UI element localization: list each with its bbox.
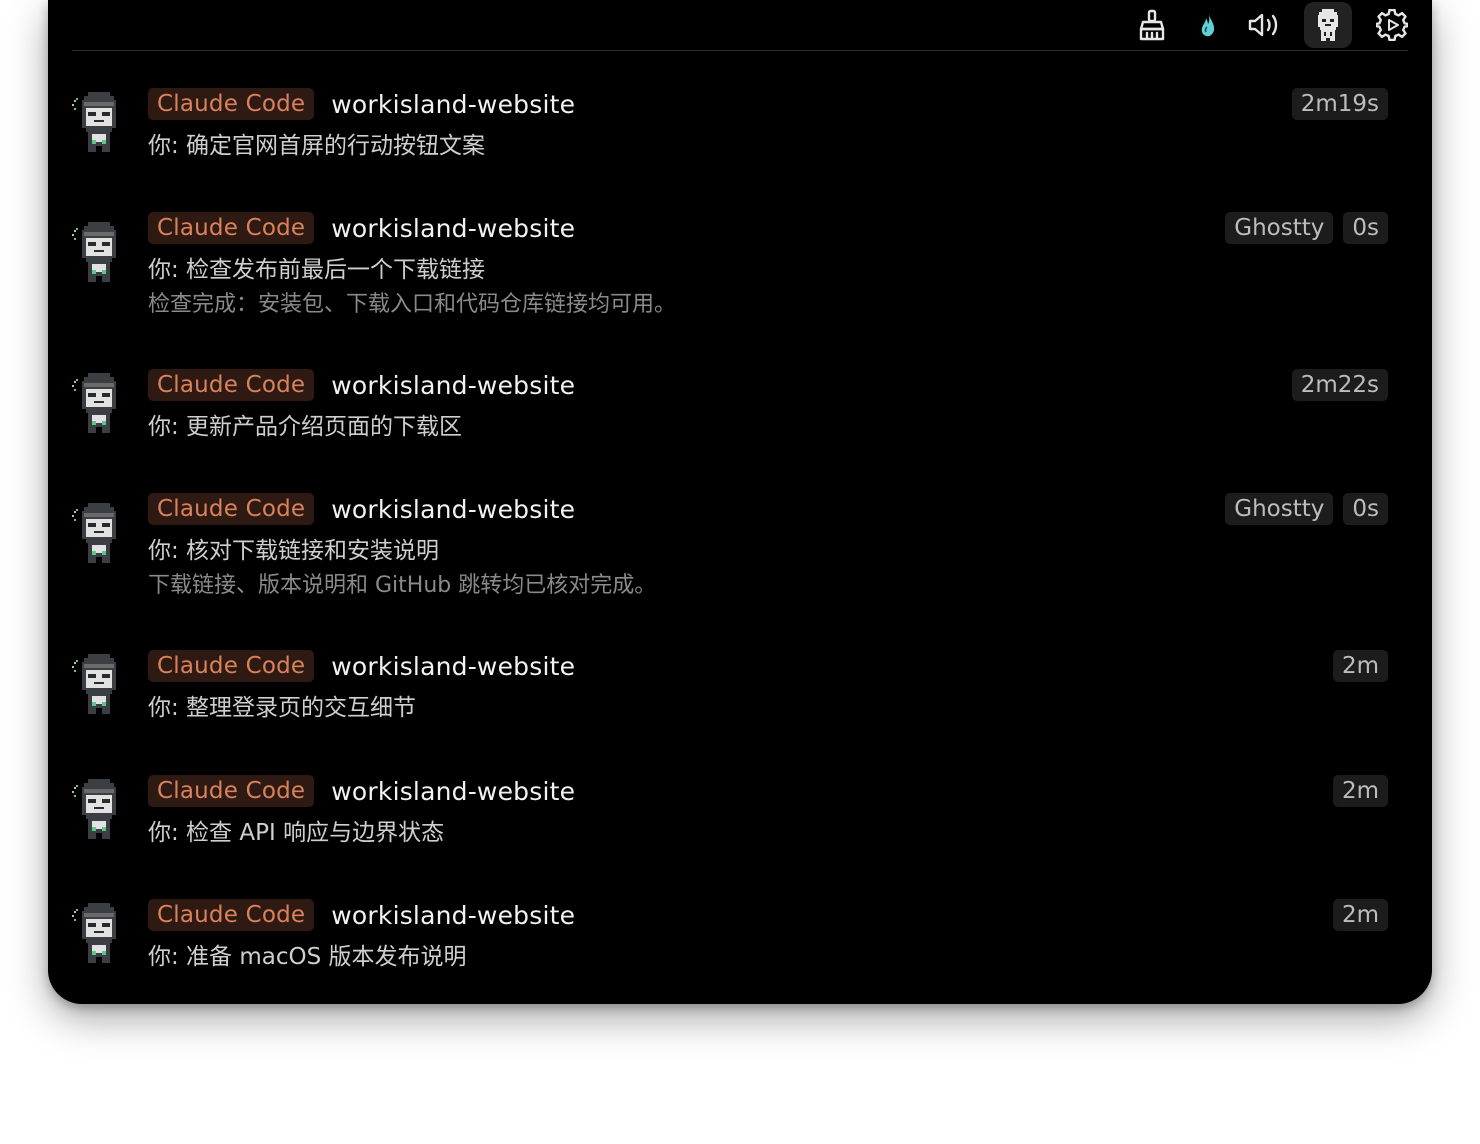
- broom-icon: [1139, 9, 1165, 41]
- mascot-icon: [1318, 9, 1338, 41]
- session-meta: Ghostty 0s: [1225, 212, 1388, 244]
- pixel-avatar-icon: [72, 369, 126, 433]
- user-message: 你: 检查发布前最后一个下载链接: [148, 257, 486, 283]
- agent-badge: Claude Code: [148, 88, 315, 120]
- speaker-icon: [1248, 13, 1278, 37]
- session-row[interactable]: Claude Code workisland-website Ghostty 0s 你:…: [72, 212, 1388, 324]
- project-name: workisland-website: [331, 651, 576, 681]
- project-name: workisland-website: [331, 213, 576, 243]
- pixel-avatar-icon: [72, 775, 126, 839]
- session-title-line: Claude Code workisland-website: [148, 369, 575, 401]
- session-row[interactable]: Claude Code workisland-website Ghostty 0s 你:…: [72, 493, 1388, 605]
- session-title-line: Claude Code workisland-website: [148, 899, 575, 931]
- pixel-avatar-icon: [72, 899, 126, 963]
- elapsed-time-badge: 2m22s: [1291, 369, 1388, 401]
- session-title-line: Claude Code workisland-website: [148, 212, 575, 244]
- user-message: 你: 检查 API 响应与边界状态: [148, 820, 445, 846]
- pixel-avatar-icon: [72, 218, 126, 282]
- session-meta: 2m19s: [1291, 88, 1388, 120]
- user-message: 你: 更新产品介绍页面的下载区: [148, 414, 463, 440]
- elapsed-time-badge: 2m: [1332, 650, 1388, 682]
- session-title-line: Claude Code workisland-website: [148, 493, 575, 525]
- terminal-badge[interactable]: Ghostty: [1225, 212, 1334, 244]
- pixel-avatar-icon: [72, 88, 126, 152]
- user-message: 你: 准备 macOS 版本发布说明: [148, 944, 467, 970]
- elapsed-time-badge: 2m: [1332, 775, 1388, 807]
- elapsed-time-badge: 2m: [1332, 899, 1388, 931]
- session-meta: Ghostty 0s: [1225, 493, 1388, 525]
- session-title-line: Claude Code workisland-website: [148, 88, 575, 120]
- project-name: workisland-website: [331, 370, 576, 400]
- project-name: workisland-website: [331, 494, 576, 524]
- session-title-line: Claude Code workisland-website: [148, 650, 575, 682]
- agent-badge: Claude Code: [148, 775, 315, 807]
- droplet-icon: [1201, 13, 1215, 37]
- pixel-avatar-icon: [72, 650, 126, 714]
- user-message: 你: 确定官网首屏的行动按钮文案: [148, 133, 486, 159]
- project-name: workisland-website: [331, 89, 576, 119]
- session-meta: 2m: [1332, 775, 1388, 807]
- droplet-button[interactable]: [1186, 3, 1230, 47]
- user-message: 你: 整理登录页的交互细节: [148, 695, 417, 721]
- settings-button[interactable]: [1370, 3, 1414, 47]
- agent-badge: Claude Code: [148, 493, 315, 525]
- assistant-reply: 下载链接、版本说明和 GitHub 跳转均已核对完成。: [148, 573, 657, 598]
- session-meta: 2m: [1332, 650, 1388, 682]
- session-row[interactable]: Claude Code workisland-website 2m19s 你: 确定官…: [72, 88, 1388, 164]
- notch-panel: Claude Code workisland-website 2m19s 你: 确定官…: [48, 0, 1432, 1004]
- elapsed-time-badge: 0s: [1343, 493, 1388, 525]
- session-title-line: Claude Code workisland-website: [148, 775, 575, 807]
- toolbar: [72, 0, 1408, 51]
- user-message: 你: 核对下载链接和安装说明: [148, 538, 440, 564]
- agent-badge: Claude Code: [148, 650, 315, 682]
- agent-badge: Claude Code: [148, 369, 315, 401]
- project-name: workisland-website: [331, 900, 576, 930]
- elapsed-time-badge: 2m19s: [1291, 88, 1388, 120]
- elapsed-time-badge: 0s: [1343, 212, 1388, 244]
- session-row[interactable]: Claude Code workisland-website 2m22s 你: 更新产…: [72, 369, 1388, 445]
- sound-button[interactable]: [1242, 3, 1286, 47]
- session-meta: 2m22s: [1291, 369, 1388, 401]
- session-row[interactable]: Claude Code workisland-website 2m 你: 检查 API…: [72, 775, 1388, 851]
- session-meta: 2m: [1332, 899, 1388, 931]
- agent-badge: Claude Code: [148, 899, 315, 931]
- assistant-reply: 检查完成：安装包、下载入口和代码仓库链接均可用。: [148, 292, 677, 317]
- pixel-avatar-icon: [72, 499, 126, 563]
- mascot-button[interactable]: [1304, 2, 1352, 48]
- project-name: workisland-website: [331, 776, 576, 806]
- clean-button[interactable]: [1130, 3, 1174, 47]
- session-row[interactable]: Claude Code workisland-website 2m 你: 整理登录页的…: [72, 650, 1388, 726]
- agent-badge: Claude Code: [148, 212, 315, 244]
- gear-icon: [1376, 9, 1408, 41]
- terminal-badge[interactable]: Ghostty: [1225, 493, 1334, 525]
- session-row[interactable]: Claude Code workisland-website 2m 你: 准备 mac…: [72, 899, 1388, 975]
